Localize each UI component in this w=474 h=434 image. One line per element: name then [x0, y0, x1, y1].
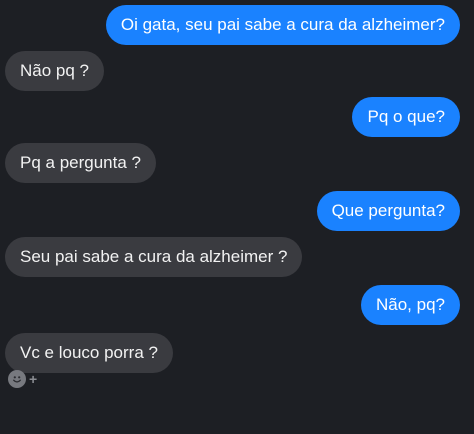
message-text: Seu pai sabe a cura da alzheimer ?: [20, 247, 288, 266]
message-bubble-outgoing[interactable]: Pq o que?: [352, 97, 460, 137]
chat-thread: Oi gata, seu pai sabe a cura da alzheime…: [0, 0, 474, 434]
smiley-face-icon: [8, 370, 26, 388]
message-bubble-outgoing[interactable]: Oi gata, seu pai sabe a cura da alzheime…: [105, 5, 460, 45]
message-bubble-outgoing[interactable]: Não, pq?: [361, 285, 460, 325]
message-bubble-incoming[interactable]: Não pq ?: [5, 51, 104, 91]
message-text: Pq o que?: [367, 107, 445, 126]
message-bubble-incoming[interactable]: Pq a pergunta ?: [5, 143, 156, 183]
add-reaction-button[interactable]: +: [8, 369, 50, 389]
message-text: Vc e louco porra ?: [20, 343, 158, 362]
message-bubble-incoming[interactable]: Seu pai sabe a cura da alzheimer ?: [5, 237, 303, 277]
message-text: Não pq ?: [20, 61, 89, 80]
message-text: Pq a pergunta ?: [20, 153, 141, 172]
message-bubble-outgoing[interactable]: Que pergunta?: [316, 191, 460, 231]
message-text: Não, pq?: [376, 295, 445, 314]
plus-icon: +: [29, 371, 38, 387]
message-bubble-incoming[interactable]: Vc e louco porra ?: [5, 333, 173, 373]
message-text: Oi gata, seu pai sabe a cura da alzheime…: [120, 15, 445, 34]
message-text: Que pergunta?: [331, 201, 445, 220]
